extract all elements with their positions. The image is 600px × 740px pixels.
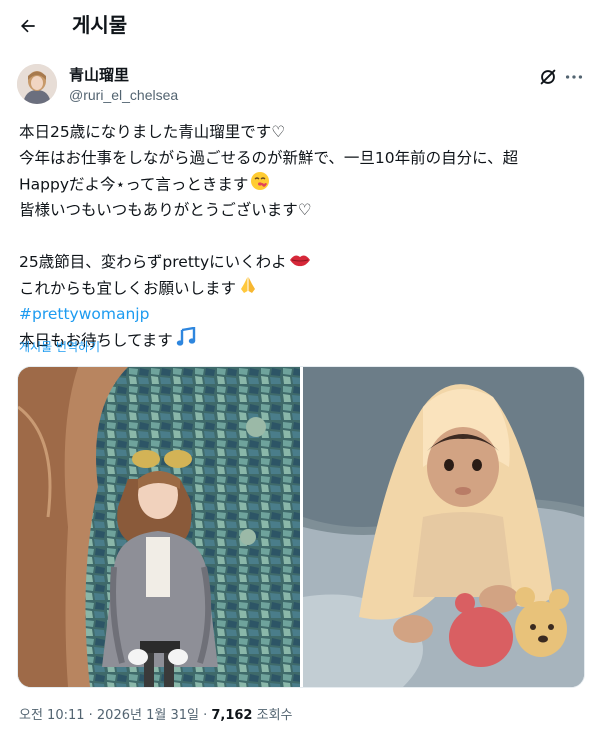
lips-emoji-icon	[289, 250, 311, 276]
post-line: 25歳節目、変わらずprettyにいくわよ	[19, 249, 579, 275]
post-line: 今年はお仕事をしながら過ごせるのが新鮮で、一旦10年前の自分に、超	[19, 149, 519, 167]
photo-baby-with-blanket[interactable]	[303, 367, 584, 687]
hashtag-link[interactable]: #prettywomanjp	[19, 305, 149, 323]
view-count: 7,162	[211, 708, 253, 723]
post-line: 皆様いつもいつもありがとうございます♡	[19, 201, 312, 219]
post-line: これからも宜しくお願いします	[19, 275, 579, 301]
back-button[interactable]	[14, 12, 42, 40]
post-line: 本日25歳になりました青山瑠里です♡	[19, 123, 286, 141]
kiss-emoji-icon	[250, 171, 270, 199]
music-notes-emoji-icon	[175, 326, 197, 355]
author-handle[interactable]: @ruri_el_chelsea	[69, 86, 178, 104]
post-line-blank	[19, 223, 579, 249]
author-name[interactable]: 青山瑠里	[69, 65, 129, 85]
post-line-text: Happyだよ今⋆って言っときます	[19, 175, 249, 194]
post-media	[17, 366, 585, 688]
post-author: 青山瑠里 @ruri_el_chelsea	[17, 64, 583, 108]
page-title: 게시물	[72, 13, 128, 37]
translate-post-link[interactable]: 게시물 번역하기	[19, 338, 100, 355]
post-line-text: 25歳節目、変わらずprettyにいくわよ	[19, 253, 287, 271]
post-text: 本日25歳になりました青山瑠里です♡ 今年はお仕事をしながら過ごせるのが新鮮で、…	[19, 119, 579, 353]
post-line: #prettywomanjp	[19, 301, 579, 327]
post-timestamp[interactable]: 오전 10:11 · 2026년 1월 31일 ·	[19, 708, 211, 723]
post-metadata: 오전 10:11 · 2026년 1월 31일 · 7,162 조회수	[19, 704, 293, 723]
post-line: Happyだよ今⋆って言っときます	[19, 171, 579, 197]
more-icon	[565, 75, 583, 79]
top-bar: 게시물	[0, 0, 600, 52]
post-line: 本日もお待ちしてます	[19, 326, 579, 355]
grok-icon	[540, 69, 556, 85]
post-line-text: これからも宜しくお願いします	[19, 279, 237, 298]
view-count-label: 조회수	[252, 708, 293, 723]
back-arrow-icon	[21, 19, 35, 33]
photo-woman-mosaic-wall[interactable]	[18, 367, 300, 687]
praying-hands-emoji-icon	[238, 275, 258, 303]
more-button[interactable]	[563, 66, 585, 88]
grok-button[interactable]	[537, 66, 559, 88]
avatar[interactable]	[17, 64, 57, 104]
